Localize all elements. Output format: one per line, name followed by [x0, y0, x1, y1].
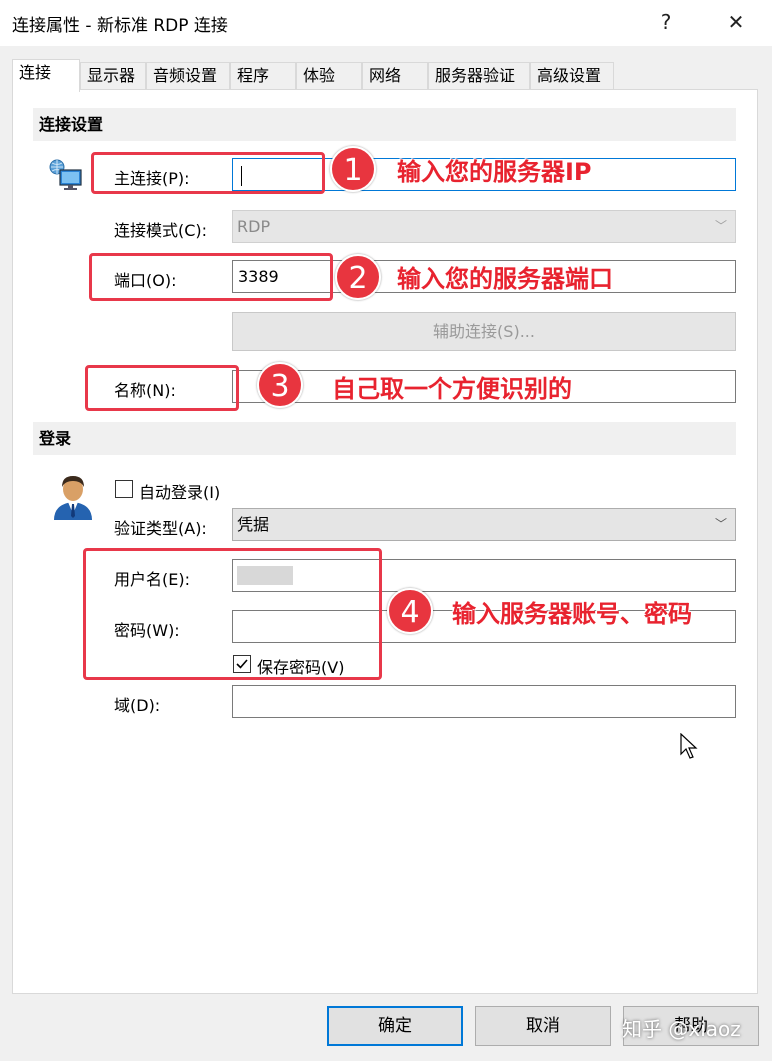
mode-select[interactable]: RDP ﹀	[232, 210, 736, 243]
help-icon[interactable]: ?	[644, 6, 688, 38]
mode-value: RDP	[237, 217, 271, 236]
tab-server-auth[interactable]: 服务器验证	[428, 62, 530, 89]
tab-strip: 连接 显示器 音频设置 程序 体验 网络 服务器验证 高级设置	[12, 59, 772, 92]
ok-button[interactable]: 确定	[327, 1006, 463, 1046]
highlight-box-name	[85, 365, 239, 411]
auth-type-value: 凭据	[237, 515, 270, 534]
tab-advanced[interactable]: 高级设置	[530, 62, 614, 89]
user-icon	[50, 472, 96, 522]
tab-display[interactable]: 显示器	[80, 62, 146, 89]
section-header-login: 登录	[33, 422, 736, 455]
mouse-pointer-icon	[680, 732, 700, 761]
tab-experience[interactable]: 体验	[296, 62, 362, 89]
tab-programs[interactable]: 程序	[230, 62, 296, 89]
annotation-text-1: 输入您的服务器IP	[397, 158, 592, 186]
annotation-text-3: 自己取一个方便识别的	[332, 375, 572, 403]
tab-audio[interactable]: 音频设置	[146, 62, 230, 89]
tab-connection[interactable]: 连接	[12, 59, 80, 92]
chevron-down-icon: ﹀	[714, 219, 727, 233]
cancel-button[interactable]: 取消	[475, 1006, 611, 1046]
computer-network-icon	[48, 158, 84, 192]
window-title: 连接属性 - 新标准 RDP 连接	[12, 16, 228, 36]
domain-input[interactable]	[232, 685, 736, 718]
highlight-box-host	[91, 152, 325, 194]
domain-label: 域(D):	[114, 696, 161, 715]
chevron-down-icon: ﹀	[714, 517, 727, 531]
annotation-text-2: 输入您的服务器端口	[397, 265, 613, 293]
auth-type-select[interactable]: 凭据 ﹀	[232, 508, 736, 541]
watermark: 知乎 @xiaoz	[622, 1017, 741, 1041]
auto-login-checkbox[interactable]	[115, 480, 133, 498]
auth-type-label: 验证类型(A):	[114, 519, 207, 538]
annotation-badge-4: 4	[387, 588, 433, 634]
section-header-connection: 连接设置	[33, 108, 736, 141]
assist-connection-button[interactable]: 辅助连接(S)...	[232, 312, 736, 351]
annotation-text-4: 输入服务器账号、密码	[452, 600, 692, 628]
tab-network[interactable]: 网络	[362, 62, 428, 89]
highlight-box-credentials	[83, 548, 382, 680]
annotation-badge-1: 1	[330, 146, 376, 192]
mode-label: 连接模式(C):	[114, 221, 208, 240]
highlight-box-port	[89, 253, 333, 301]
annotation-badge-2: 2	[335, 254, 381, 300]
close-icon[interactable]: ✕	[714, 6, 758, 38]
auto-login-label: 自动登录(I)	[139, 483, 221, 502]
annotation-badge-3: 3	[257, 362, 303, 408]
